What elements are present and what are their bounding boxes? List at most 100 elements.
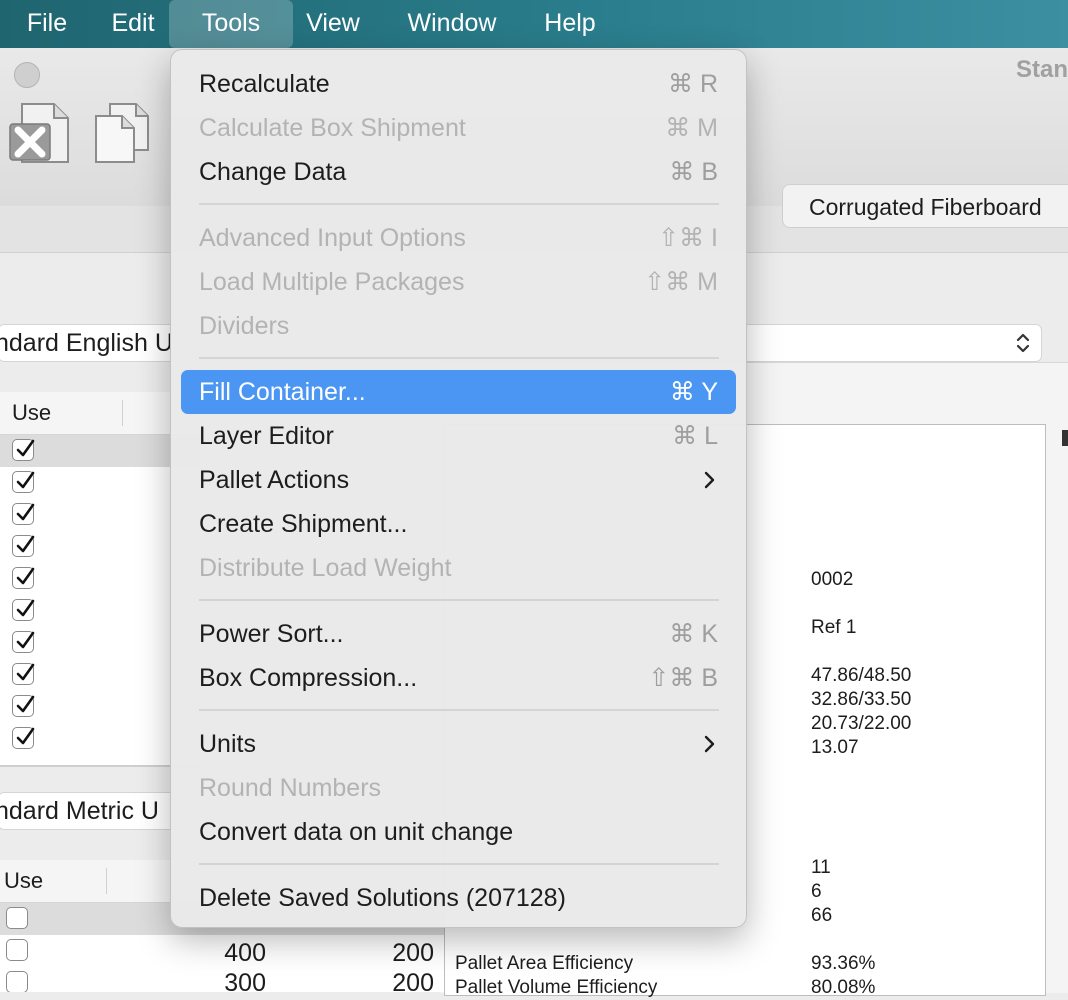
menu-item-shortcut: ⌘ Y (669, 378, 718, 406)
units-selector-metric[interactable]: ndard Metric U (0, 792, 198, 830)
result-value: 11 (811, 857, 831, 878)
use-checkbox[interactable] (12, 535, 35, 557)
use-checkbox[interactable] (6, 907, 28, 929)
result-value: 66 (811, 905, 833, 926)
menu-item-calculate-box-shipment: Calculate Box Shipment ⌘ M (181, 106, 736, 150)
chevron-right-icon (704, 471, 715, 489)
menu-separator (199, 599, 719, 601)
units-selector-metric-label: ndard Metric U (0, 797, 159, 825)
result-value: 93.36% (811, 953, 876, 974)
menu-item-label: Change Data (199, 158, 347, 186)
table-cell: 200 (392, 939, 434, 967)
result-value: 20.73/22.00 (811, 713, 912, 734)
copy-icon[interactable] (92, 102, 154, 169)
menu-item-shortcut: ⌘ B (669, 158, 718, 186)
column-header-use-bottom[interactable]: Use (4, 860, 43, 902)
popup-stepper-icon (1016, 333, 1030, 353)
menu-item-label: Layer Editor (199, 422, 334, 450)
menu-item-load-multiple-packages: Load Multiple Packages ⇧⌘ M (181, 260, 736, 304)
menu-item-box-compression[interactable]: Box Compression... ⇧⌘ B (181, 656, 736, 700)
use-checkbox[interactable] (12, 695, 35, 717)
result-value: 32.86/33.50 (811, 689, 912, 710)
column-separator (122, 400, 123, 426)
use-checkbox[interactable] (12, 599, 35, 621)
menu-item-label: Box Compression... (199, 664, 418, 692)
use-checkbox[interactable] (12, 631, 35, 653)
use-checkbox[interactable] (6, 971, 28, 992)
menu-item-delete-saved-solutions-207128[interactable]: Delete Saved Solutions (207128) (181, 876, 736, 920)
menu-item-dividers: Dividers (181, 304, 736, 348)
menu-item-label: Load Multiple Packages (199, 268, 465, 296)
use-checkbox[interactable] (12, 503, 35, 525)
menu-tools[interactable]: Tools (169, 0, 293, 48)
menu-view[interactable]: View (296, 0, 370, 48)
menu-item-create-shipment[interactable]: Create Shipment... (181, 502, 736, 546)
corrugated-fiberboard-button[interactable]: Corrugated Fiberboard (782, 184, 1068, 228)
table-cell: 200 (392, 969, 434, 997)
menu-item-label: Distribute Load Weight (199, 554, 452, 582)
result-label: Pallet Area Efficiency (455, 953, 634, 974)
units-selector-english-label: ndard English U (0, 329, 173, 357)
menu-separator (199, 709, 719, 711)
menu-item-shortcut: ⌘ M (665, 114, 718, 142)
use-checkbox[interactable] (12, 439, 35, 461)
menu-item-recalculate[interactable]: Recalculate ⌘ R (181, 62, 736, 106)
menu-item-label: Create Shipment... (199, 510, 408, 538)
window-title: Stan (1015, 56, 1068, 83)
close-window-button[interactable] (14, 62, 40, 88)
tools-menu: Recalculate ⌘ R Calculate Box Shipment ⌘ MC… (170, 49, 747, 928)
menu-item-shortcut: ⇧⌘ B (648, 664, 718, 692)
result-value: 13.07 (811, 737, 859, 758)
menu-item-shortcut: ⌘ K (669, 620, 718, 648)
menu-item-label: Advanced Input Options (199, 224, 466, 252)
menu-item-shortcut: ⌘ L (672, 422, 718, 450)
use-checkbox[interactable] (12, 471, 35, 493)
menu-item-pallet-actions[interactable]: Pallet Actions (181, 458, 736, 502)
menu-item-label: Units (199, 730, 256, 758)
right-edge-marker (1062, 430, 1068, 446)
menu-window[interactable]: Window (390, 0, 514, 48)
menu-item-label: Round Numbers (199, 774, 382, 802)
column-header-use[interactable]: Use (12, 392, 51, 434)
menu-edit[interactable]: Edit (98, 0, 168, 48)
result-value: 47.86/48.50 (811, 665, 912, 686)
use-checkbox[interactable] (12, 567, 35, 589)
menu-separator (199, 203, 719, 205)
menu-item-shortcut: ⇧⌘ I (658, 224, 718, 252)
menu-bar: File Edit Tools View Window Help (0, 0, 1068, 48)
result-value: 80.08% (811, 977, 876, 998)
use-checkbox[interactable] (6, 939, 28, 961)
menu-item-shortcut: ⇧⌘ M (644, 268, 718, 296)
menu-item-advanced-input-options: Advanced Input Options ⇧⌘ I (181, 216, 736, 260)
menu-item-change-data[interactable]: Change Data ⌘ B (181, 150, 736, 194)
menu-item-label: Fill Container... (199, 378, 366, 406)
menu-item-units[interactable]: Units (181, 722, 736, 766)
menu-separator (199, 357, 719, 359)
menu-item-label: Dividers (199, 312, 290, 340)
menu-item-label: Delete Saved Solutions (207128) (199, 884, 566, 912)
menu-item-shortcut: ⌘ R (668, 70, 718, 98)
chevron-right-icon (704, 735, 715, 753)
menu-item-label: Recalculate (199, 70, 330, 98)
result-value: 0002 (811, 569, 854, 590)
menu-item-power-sort[interactable]: Power Sort... ⌘ K (181, 612, 736, 656)
menu-item-round-numbers: Round Numbers (181, 766, 736, 810)
menu-item-layer-editor[interactable]: Layer Editor ⌘ L (181, 414, 736, 458)
table-cell: 400 (224, 939, 266, 967)
menu-item-label: Power Sort... (199, 620, 344, 648)
menu-item-fill-container[interactable]: Fill Container... ⌘ Y (181, 370, 736, 414)
menu-item-label: Calculate Box Shipment (199, 114, 466, 142)
menu-file[interactable]: File (12, 0, 82, 48)
result-value: Ref 1 (811, 617, 857, 638)
menu-item-distribute-load-weight: Distribute Load Weight (181, 546, 736, 590)
excel-export-icon[interactable] (8, 100, 72, 171)
use-checkbox[interactable] (12, 727, 35, 749)
result-label: Pallet Volume Efficiency (455, 977, 658, 998)
menu-item-label: Pallet Actions (199, 466, 350, 494)
menu-item-convert-data-on-unit-change[interactable]: Convert data on unit change (181, 810, 736, 854)
result-value: 6 (811, 881, 822, 902)
menu-help[interactable]: Help (528, 0, 612, 48)
table-cell: 300 (224, 969, 266, 997)
menu-separator (199, 863, 719, 865)
use-checkbox[interactable] (12, 663, 35, 685)
